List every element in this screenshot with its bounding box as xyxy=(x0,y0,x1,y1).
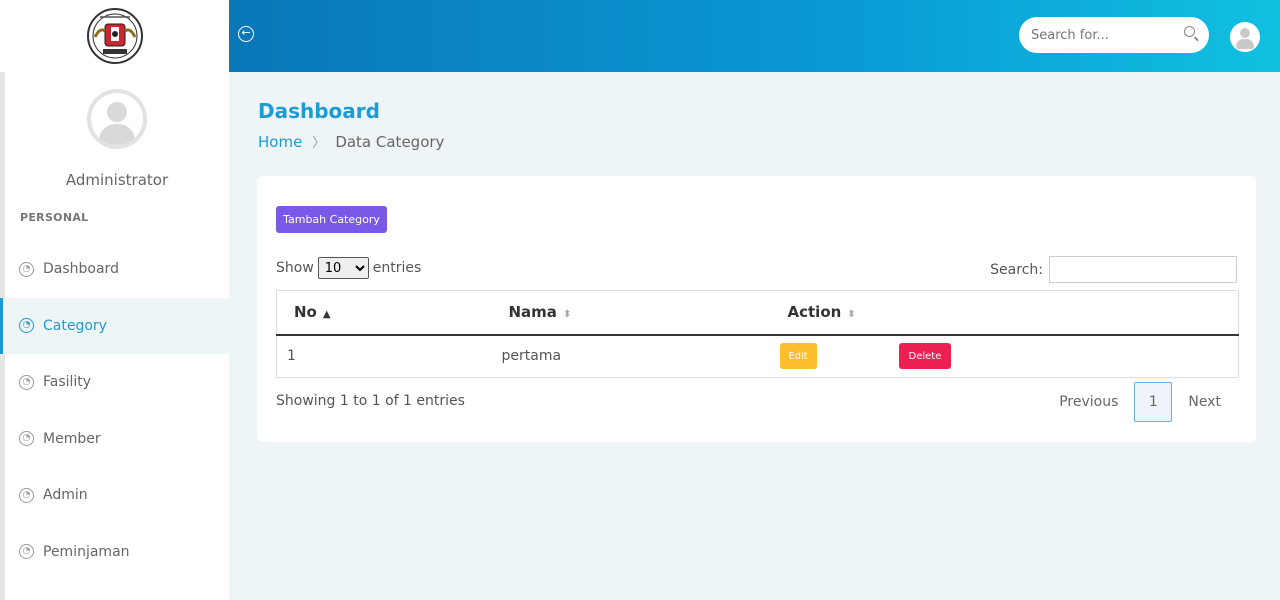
sidebar-item-dashboard[interactable]: ◔ Dashboard xyxy=(5,241,229,298)
dashboard-icon: ◔ xyxy=(19,261,34,277)
arrow-left-circle-icon[interactable]: ← xyxy=(238,26,254,42)
page-length-control: Show 10 25 50 100 entries xyxy=(276,257,421,279)
breadcrumb-current: Data Category xyxy=(335,132,445,151)
show-label: Show xyxy=(276,260,314,276)
sidebar-item-category[interactable]: ◔ Category xyxy=(0,297,229,354)
table-row: 1 pertama Edit Delete xyxy=(277,335,1239,378)
column-header-action[interactable]: Action ⬍ xyxy=(768,290,1239,336)
page-length-select[interactable]: 10 25 50 100 xyxy=(317,257,369,279)
pagination-next[interactable]: Next xyxy=(1172,394,1237,410)
table-search-input[interactable] xyxy=(1049,256,1237,283)
cell-no: 1 xyxy=(287,348,296,365)
table-search: Search: xyxy=(990,256,1237,283)
sidebar-item-member[interactable]: ◔ Member xyxy=(5,411,229,468)
sort-ascending-icon: ▲ xyxy=(322,309,331,321)
column-header-nama[interactable]: Nama ⬍ xyxy=(490,290,769,336)
cell-action: Edit Delete xyxy=(769,335,1239,378)
column-header-no[interactable]: No ▲ xyxy=(276,290,491,336)
pagination-previous[interactable]: Previous xyxy=(1043,394,1134,410)
dashboard-icon: ◔ xyxy=(19,544,34,560)
pagination: Previous 1 Next xyxy=(1043,382,1237,422)
column-header-label: No xyxy=(294,303,317,322)
dashboard-icon: ◔ xyxy=(19,431,34,447)
top-navbar: ← xyxy=(229,0,1280,72)
sidebar-item-fasility[interactable]: ◔ Fasility xyxy=(5,354,229,411)
section-label-personal: PERSONAL xyxy=(20,211,89,224)
entries-label: entries xyxy=(372,260,422,276)
avatar-head-shape xyxy=(107,102,127,122)
search-icon[interactable] xyxy=(1184,26,1195,37)
avatar-body-shape xyxy=(99,124,135,145)
main-content: Dashboard Home 〉 Data Category Tambah Ca… xyxy=(229,72,1280,600)
sidebar-item-label: Admin xyxy=(43,487,88,504)
sidebar-item-label: Dashboard xyxy=(43,261,119,278)
sidebar-menu: ◔ Dashboard ◔ Category ◔ Fasility ◔ Memb… xyxy=(0,241,229,581)
profile-name: Administrator xyxy=(65,171,169,189)
add-category-button[interactable]: Tambah Category xyxy=(276,206,387,233)
logo[interactable] xyxy=(0,0,229,72)
table-search-label: Search: xyxy=(990,261,1043,278)
delete-button[interactable]: Delete xyxy=(898,343,951,370)
column-header-label: Nama xyxy=(508,303,557,322)
sidebar-item-peminjaman[interactable]: ◔ Peminjaman xyxy=(5,524,229,581)
top-search-box xyxy=(1019,17,1209,53)
sidebar-item-label: Peminjaman xyxy=(43,543,130,560)
dashboard-icon: ◔ xyxy=(19,374,34,390)
sidebar: Administrator PERSONAL ◔ Dashboard ◔ Cat… xyxy=(0,0,229,600)
category-card: Tambah Category Show 10 25 50 100 entrie… xyxy=(257,176,1256,442)
breadcrumb-home-link[interactable]: Home xyxy=(258,133,302,151)
sort-icon: ⬍ xyxy=(847,309,856,321)
sidebar-item-admin[interactable]: ◔ Admin xyxy=(5,467,229,524)
cell-nama: pertama xyxy=(501,348,562,365)
dashboard-icon: ◔ xyxy=(19,318,34,334)
column-header-label: Action xyxy=(787,303,842,322)
profile-avatar[interactable] xyxy=(87,89,147,149)
sidebar-item-label: Member xyxy=(43,430,101,447)
avatar-head-shape xyxy=(1240,28,1250,38)
sidebar-body: Administrator PERSONAL ◔ Dashboard ◔ Cat… xyxy=(0,72,229,600)
edit-button[interactable]: Edit xyxy=(779,343,817,370)
category-table: No ▲ Nama ⬍ Action ⬍ 1 pertama Edit Dele… xyxy=(276,290,1239,378)
pagination-page-1[interactable]: 1 xyxy=(1134,382,1173,422)
organization-seal-logo xyxy=(86,8,143,64)
avatar-body-shape xyxy=(1236,39,1254,49)
table-info: Showing 1 to 1 of 1 entries xyxy=(276,393,465,409)
chevron-right-icon: 〉 xyxy=(312,136,326,151)
sidebar-item-label: Category xyxy=(43,317,107,334)
sidebar-item-label: Fasility xyxy=(43,374,92,391)
user-avatar[interactable] xyxy=(1230,22,1260,52)
dashboard-icon: ◔ xyxy=(19,487,34,503)
breadcrumb: Home 〉 Data Category xyxy=(258,132,445,152)
table-header-row: No ▲ Nama ⬍ Action ⬍ xyxy=(276,290,1239,336)
top-search-input[interactable] xyxy=(1031,27,1171,43)
page-title: Dashboard xyxy=(258,99,380,123)
sort-icon: ⬍ xyxy=(562,309,572,321)
